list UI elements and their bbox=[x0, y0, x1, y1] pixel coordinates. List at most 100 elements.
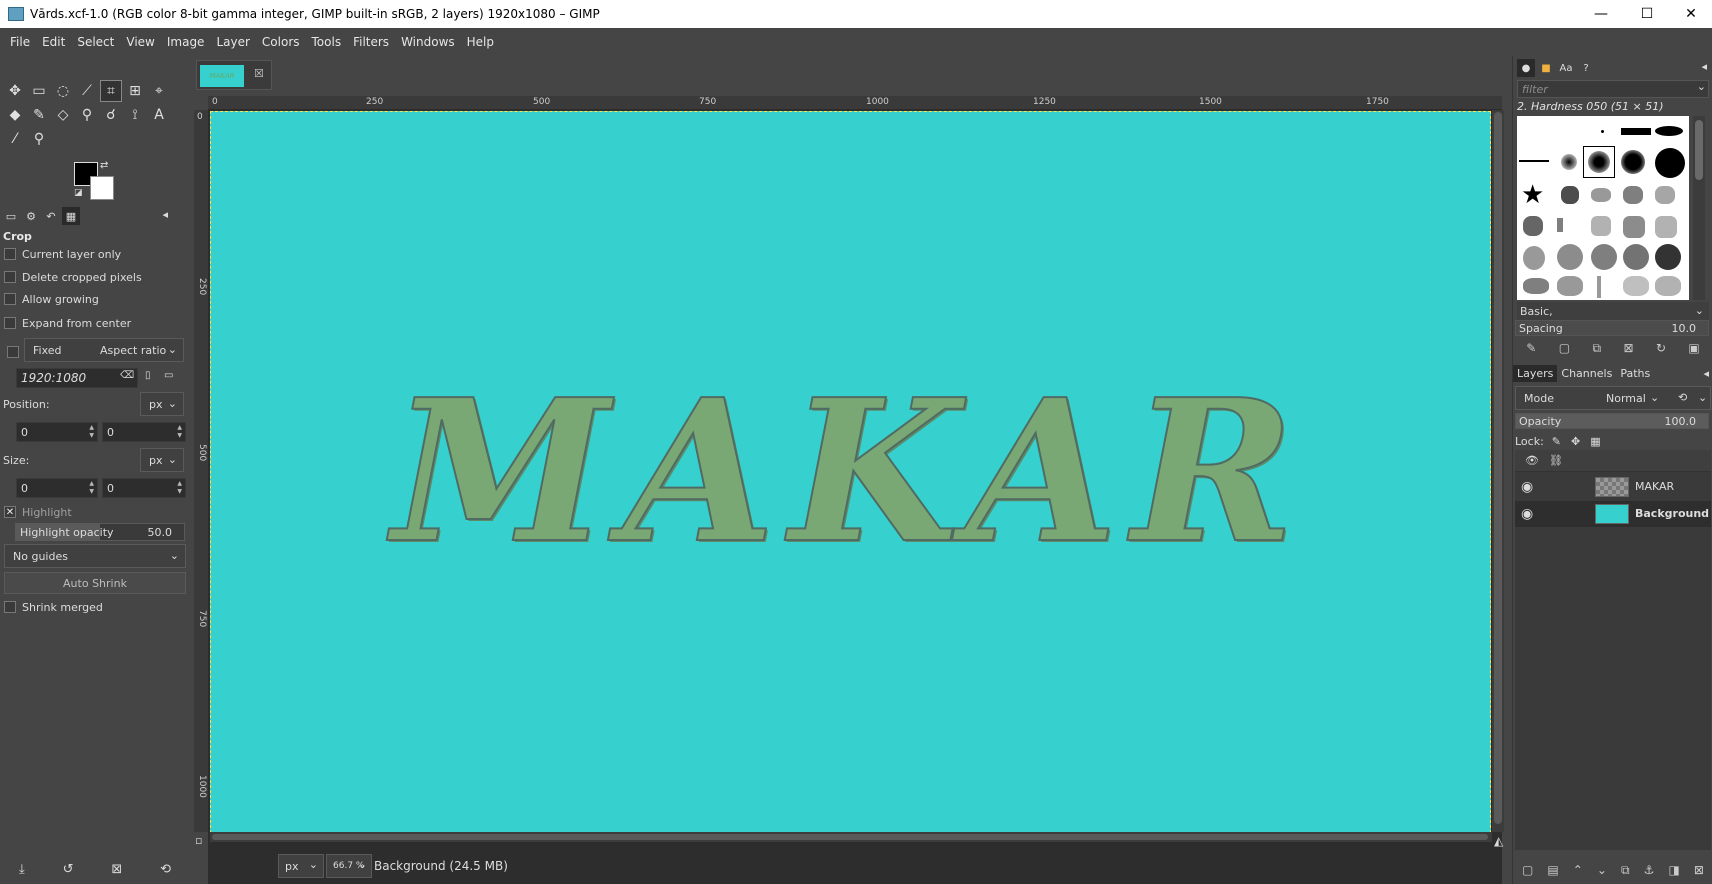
image-canvas[interactable]: MAKAR bbox=[210, 111, 1491, 833]
brush-item[interactable] bbox=[1591, 244, 1617, 270]
fuzzy-select-tool-icon[interactable]: ⟋ bbox=[76, 80, 98, 102]
scrollbar-thumb[interactable] bbox=[1695, 120, 1703, 180]
layer-row-background[interactable]: ◉ Background bbox=[1515, 501, 1711, 527]
scrollbar-thumb[interactable] bbox=[212, 834, 1488, 840]
brush-item[interactable] bbox=[1621, 128, 1651, 135]
restore-options-icon[interactable]: ↺ bbox=[63, 862, 74, 877]
spin-arrows-icon[interactable]: ▲ ▼ bbox=[89, 424, 94, 440]
spin-arrows-icon[interactable]: ▲ ▼ bbox=[177, 424, 182, 440]
brush-filter-input[interactable]: filter bbox=[1517, 80, 1709, 98]
delete-layer-icon[interactable]: ⊠ bbox=[1694, 863, 1704, 877]
layer-opacity-slider[interactable]: Opacity 100.0 bbox=[1515, 413, 1709, 429]
crop-tool-icon[interactable]: ⌗ bbox=[100, 80, 122, 102]
brush-item[interactable] bbox=[1519, 160, 1549, 162]
brush-set-combo[interactable]: Basic, ⌄ bbox=[1517, 302, 1709, 320]
brush-item[interactable] bbox=[1588, 151, 1610, 173]
spin-arrows-icon[interactable]: ▲ ▼ bbox=[89, 480, 94, 496]
lock-position-icon[interactable]: ✥ bbox=[1571, 435, 1580, 448]
brush-item[interactable] bbox=[1655, 186, 1675, 204]
menu-filters[interactable]: Filters bbox=[347, 35, 395, 49]
duplicate-brush-icon[interactable]: ⧉ bbox=[1592, 341, 1601, 356]
menu-image[interactable]: Image bbox=[161, 35, 211, 49]
current-layer-only-row[interactable]: Current layer only bbox=[4, 244, 186, 264]
position-y-input[interactable]: 0 ▲ ▼ bbox=[102, 422, 186, 442]
edit-brush-icon[interactable]: ✎ bbox=[1526, 341, 1536, 355]
save-options-icon[interactable]: ⤓ bbox=[19, 862, 25, 877]
current-layer-only-checkbox[interactable] bbox=[4, 248, 16, 260]
brush-item[interactable] bbox=[1623, 186, 1643, 204]
allow-growing-checkbox[interactable] bbox=[4, 293, 16, 305]
open-brush-as-image-icon[interactable]: ▣ bbox=[1688, 341, 1699, 355]
brushes-tab-icon[interactable]: ● bbox=[1517, 59, 1535, 77]
unit-combo[interactable]: px ⌄ bbox=[278, 854, 324, 878]
images-tab-icon[interactable]: ▦ bbox=[62, 207, 80, 225]
reset-mode-icon[interactable]: ⟲ bbox=[1678, 391, 1687, 404]
new-layer-icon[interactable]: ▢ bbox=[1522, 863, 1533, 877]
delete-cropped-row[interactable]: Delete cropped pixels bbox=[4, 267, 186, 287]
color-picker-tool-icon[interactable]: ⁄ bbox=[4, 128, 26, 150]
mask-layer-icon[interactable]: ◨ bbox=[1668, 863, 1679, 877]
menu-tools[interactable]: Tools bbox=[306, 35, 348, 49]
position-x-input[interactable]: 0 ▲ ▼ bbox=[16, 422, 98, 442]
close-tab-icon[interactable]: ☒ bbox=[254, 67, 264, 80]
configure-tab-icon[interactable]: ◂ bbox=[1703, 367, 1709, 380]
visibility-eye-icon[interactable]: ◉ bbox=[1521, 479, 1533, 495]
zoom-combo[interactable]: 66.7 % ⌄ bbox=[326, 854, 372, 878]
zoom-tool-icon[interactable]: ⚲ bbox=[28, 128, 50, 150]
move-tool-icon[interactable]: ✥ bbox=[4, 80, 26, 102]
highlight-opacity-slider[interactable]: Highlight opacity 50.0 bbox=[15, 523, 185, 541]
brush-item[interactable] bbox=[1561, 154, 1577, 170]
brush-item[interactable] bbox=[1523, 278, 1549, 294]
allow-growing-row[interactable]: Allow growing bbox=[4, 289, 186, 309]
clone-tool-icon[interactable]: ⚲ bbox=[76, 104, 98, 126]
brush-item[interactable] bbox=[1557, 276, 1583, 296]
path-tool-icon[interactable]: ⟟ bbox=[124, 104, 146, 126]
menu-help[interactable]: Help bbox=[461, 35, 500, 49]
configure-tab-icon[interactable]: ◂ bbox=[162, 208, 168, 221]
highlight-row[interactable]: ✕ Highlight bbox=[4, 502, 186, 522]
brush-grid[interactable]: ★ bbox=[1517, 116, 1689, 300]
menu-colors[interactable]: Colors bbox=[256, 35, 306, 49]
quick-mask-icon[interactable]: ▫ bbox=[195, 834, 202, 847]
configure-tab-icon[interactable]: ◂ bbox=[1701, 60, 1707, 73]
brush-item[interactable] bbox=[1621, 150, 1645, 174]
device-status-tab-icon[interactable]: ⚙ bbox=[22, 207, 40, 225]
bucket-fill-tool-icon[interactable]: ◆ bbox=[4, 104, 26, 126]
delete-brush-icon[interactable]: ⊠ bbox=[1623, 341, 1633, 355]
paintbrush-tool-icon[interactable]: ✎ bbox=[28, 104, 50, 126]
warp-tool-icon[interactable]: ⌖ bbox=[148, 80, 170, 102]
clear-field-icon[interactable]: ⌫ bbox=[120, 370, 134, 381]
new-brush-icon[interactable]: ▢ bbox=[1559, 341, 1570, 355]
guides-combo[interactable]: No guides ⌄ bbox=[4, 544, 186, 568]
lock-alpha-icon[interactable]: ▦ bbox=[1590, 435, 1600, 448]
spin-arrows-icon[interactable]: ▲ ▼ bbox=[177, 480, 182, 496]
maximize-button[interactable]: ☐ bbox=[1624, 0, 1670, 28]
tab-channels[interactable]: Channels bbox=[1557, 365, 1616, 382]
new-layer-group-icon[interactable]: ▤ bbox=[1547, 863, 1558, 877]
delete-cropped-checkbox[interactable] bbox=[4, 271, 16, 283]
menu-layer[interactable]: Layer bbox=[210, 35, 255, 49]
menu-view[interactable]: View bbox=[120, 35, 160, 49]
patterns-tab-icon[interactable]: ■ bbox=[1537, 59, 1555, 77]
brush-item[interactable] bbox=[1655, 148, 1685, 178]
background-color[interactable] bbox=[90, 176, 114, 200]
vertical-scrollbar[interactable] bbox=[1492, 110, 1504, 832]
size-height-input[interactable]: 0 ▲ ▼ bbox=[102, 478, 186, 498]
rect-select-tool-icon[interactable]: ▭ bbox=[28, 80, 50, 102]
default-colors-icon[interactable]: ◪ bbox=[74, 188, 83, 198]
smudge-tool-icon[interactable]: ☌ bbox=[100, 104, 122, 126]
shrink-merged-row[interactable]: Shrink merged bbox=[4, 597, 186, 617]
close-window-button[interactable]: ✕ bbox=[1668, 0, 1712, 28]
swap-colors-icon[interactable]: ⇄ bbox=[100, 160, 108, 171]
duplicate-layer-icon[interactable]: ⧉ bbox=[1621, 863, 1630, 878]
brush-item[interactable] bbox=[1597, 276, 1601, 298]
highlight-checkbox[interactable]: ✕ bbox=[4, 506, 16, 518]
horizontal-ruler[interactable]: 0 250 500 750 1000 1250 1500 1750 bbox=[208, 96, 1502, 110]
menu-edit[interactable]: Edit bbox=[36, 35, 71, 49]
brush-item[interactable] bbox=[1557, 244, 1583, 270]
brush-item[interactable] bbox=[1655, 216, 1677, 238]
scrollbar-thumb[interactable] bbox=[1494, 112, 1502, 824]
menu-select[interactable]: Select bbox=[71, 35, 120, 49]
vertical-ruler[interactable]: 0 250 500 750 1000 bbox=[194, 110, 208, 832]
brush-item[interactable] bbox=[1523, 246, 1545, 270]
